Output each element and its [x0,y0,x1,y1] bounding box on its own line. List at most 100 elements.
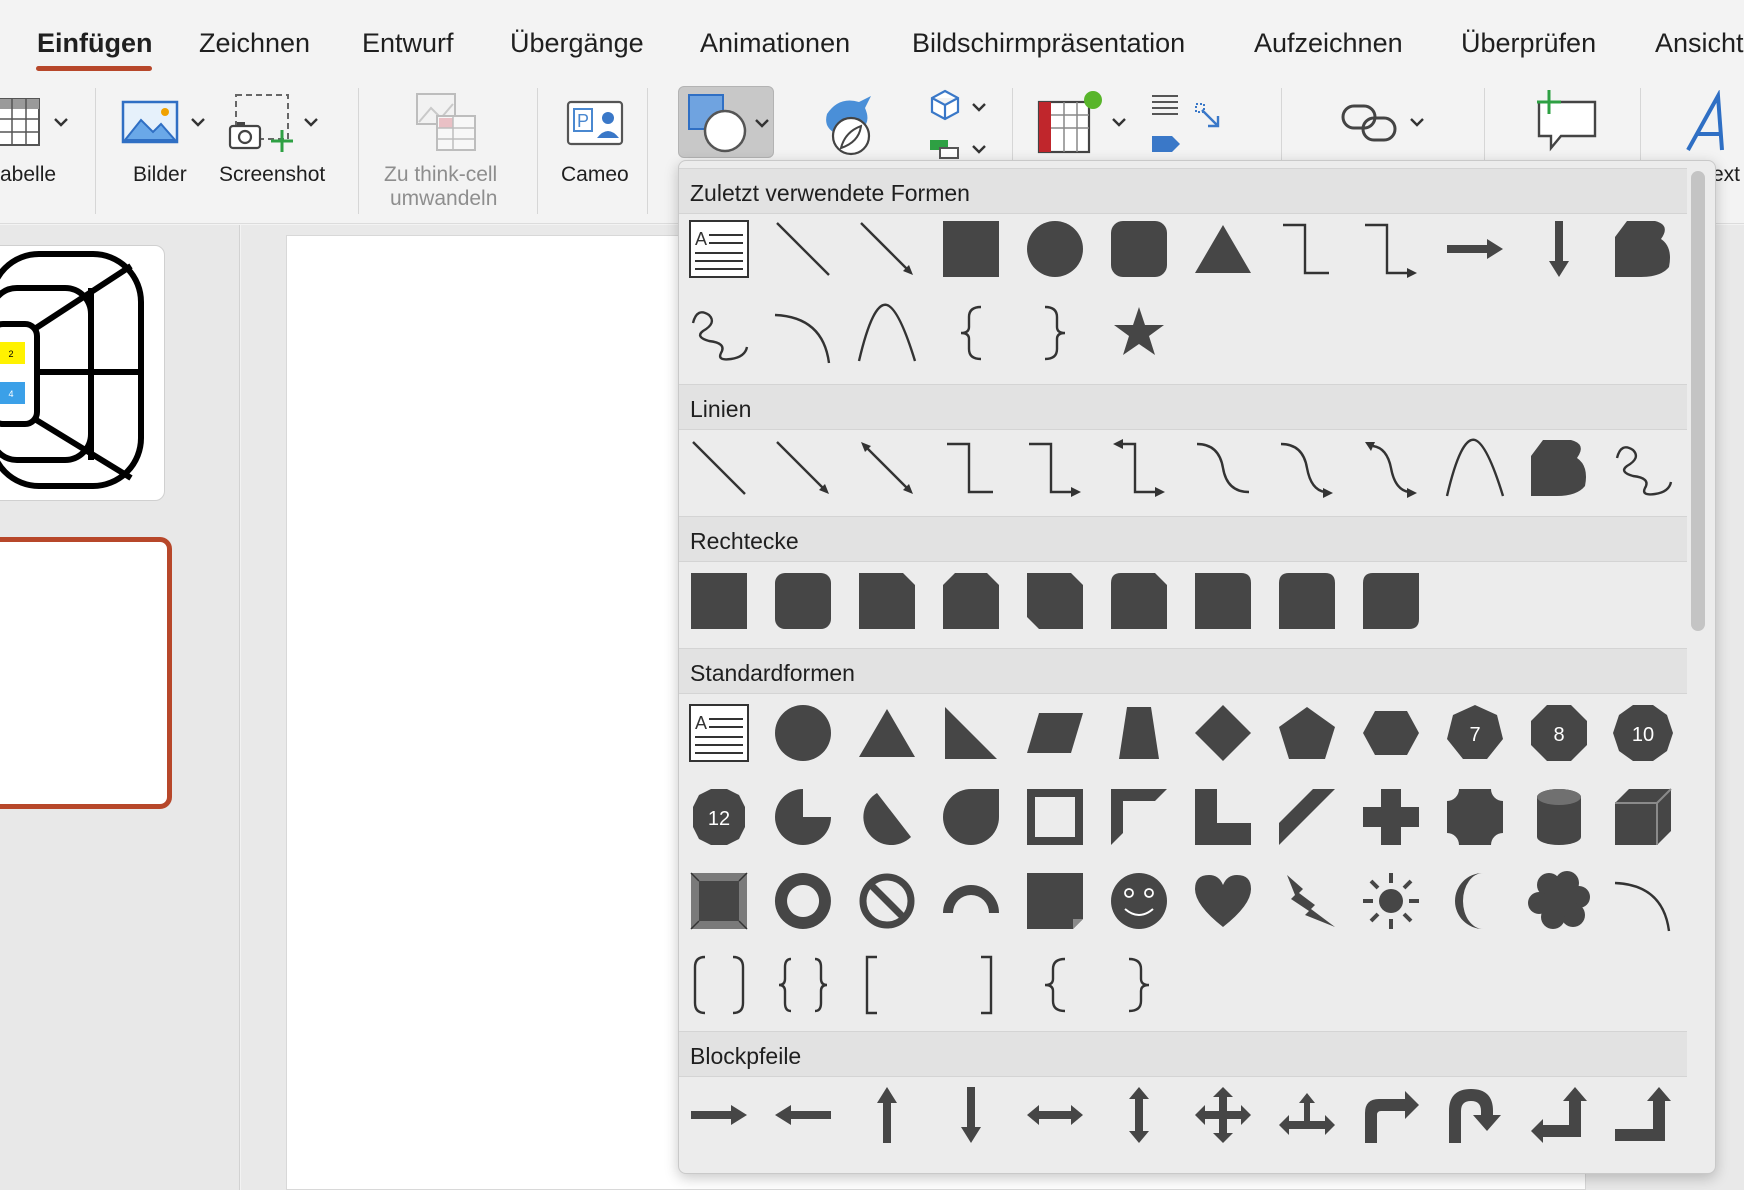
shape-curve[interactable] [1443,436,1507,500]
link-icon[interactable] [1340,100,1400,146]
shape-double-bracket[interactable] [687,953,751,1017]
shape-textbox[interactable]: A [687,701,751,765]
shape-elbow-connector[interactable] [939,436,1003,500]
thinkcell-label-line2[interactable]: umwandeln [390,186,497,211]
new-comment-icon[interactable] [1533,88,1601,158]
shape-left-up-arrow[interactable] [1527,1083,1591,1147]
shape-line[interactable] [687,436,751,500]
shape-freeform[interactable] [1527,436,1591,500]
shape-textbox[interactable]: A [687,217,751,281]
chart-icon[interactable] [1035,88,1107,158]
link-chevron-down-icon[interactable] [1408,115,1426,129]
shape-hexagon[interactable] [1359,701,1423,765]
slide-thumbnail-1[interactable]: 2 4 [0,245,165,501]
screenshot-label[interactable]: Screenshot [219,162,325,187]
shape-oval[interactable] [1023,217,1087,281]
shape-dodecagon[interactable]: 12 [687,785,751,849]
shape-snip-round-rect[interactable] [1107,569,1171,633]
shape-octagon[interactable]: 8 [1527,701,1591,765]
shape-right-arrow[interactable] [687,1083,751,1147]
shape-plaque[interactable] [1443,785,1507,849]
shape-heart[interactable] [1191,869,1255,933]
shape-half-frame[interactable] [1107,785,1171,849]
shape-curved-arrow-connector[interactable] [1275,436,1339,500]
shape-freeform[interactable] [1611,217,1675,281]
shape-lightning-bolt[interactable] [1275,869,1339,933]
shape-round-diagonal-rect[interactable] [1359,569,1423,633]
shape-curved-double-arrow-connector[interactable] [1359,436,1423,500]
table-icon[interactable] [0,95,44,151]
tab-zeichnen[interactable]: Zeichnen [199,28,310,59]
shape-bevel[interactable] [687,869,751,933]
shape-trapezoid[interactable] [1107,701,1171,765]
shape-diamond[interactable] [1191,701,1255,765]
shape-frame[interactable] [1023,785,1087,849]
shape-rounded-rect[interactable] [771,569,835,633]
screenshot-icon[interactable] [228,92,298,154]
text-label[interactable]: ext [1712,162,1740,187]
shape-down-arrow[interactable] [1527,217,1591,281]
shape-star[interactable] [1107,301,1171,365]
tab-bildschirmpraesentation[interactable]: Bildschirmpräsentation [912,28,1185,59]
shape-teardrop[interactable] [939,785,1003,849]
shape-right-brace[interactable] [1107,953,1171,1017]
shape-line[interactable] [771,217,835,281]
shape-right-brace[interactable] [1023,301,1087,365]
tab-ansicht[interactable]: Ansicht [1655,28,1744,59]
shape-bent-arrow[interactable] [1359,1083,1423,1147]
3d-models-chevron-down-icon[interactable] [970,100,988,114]
icons-bird-icon[interactable] [815,92,879,158]
shape-elbow-double-arrow-connector[interactable] [1107,436,1171,500]
pictures-label[interactable]: Bilder [133,162,187,187]
shape-double-brace[interactable] [771,953,835,1017]
shape-no-symbol[interactable] [855,869,919,933]
shape-cloud[interactable] [1527,869,1591,933]
shape-quad-arrow[interactable] [1191,1083,1255,1147]
tab-aufzeichnen[interactable]: Aufzeichnen [1254,28,1403,59]
pictures-chevron-down-icon[interactable] [189,115,207,129]
shape-right-arrow[interactable] [1443,217,1507,281]
smartart-icon[interactable] [928,138,962,160]
shape-sun[interactable] [1359,869,1423,933]
shape-elbow-arrow-connector[interactable] [1359,217,1423,281]
tab-einfuegen[interactable]: Einfügen [37,28,153,59]
shape-diagonal-stripe[interactable] [1275,785,1339,849]
shape-oval[interactable] [771,701,835,765]
shape-scribble[interactable] [687,301,751,365]
shape-rounded-rectangle[interactable] [1107,217,1171,281]
tab-animationen[interactable]: Animationen [700,28,850,59]
shape-elbow-arrow-connector[interactable] [1023,436,1087,500]
3d-models-cube-icon[interactable] [928,88,962,122]
shape-u-turn-arrow[interactable] [1443,1083,1507,1147]
shape-folded-corner[interactable] [1023,869,1087,933]
thinkcell-convert-icon[interactable] [415,90,479,156]
shape-line-arrow[interactable] [771,436,835,500]
cameo-label[interactable]: Cameo [561,162,629,187]
shape-snip-diagonal-rect[interactable] [1023,569,1087,633]
shape-triangle[interactable] [855,701,919,765]
shape-can[interactable] [1527,785,1591,849]
tab-uebergaenge[interactable]: Übergänge [510,28,644,59]
shape-round-same-side-rect[interactable] [1275,569,1339,633]
gallery-scrollbar[interactable] [1691,171,1705,631]
shape-up-down-arrow[interactable] [1107,1083,1171,1147]
shape-line-arrow[interactable] [855,217,919,281]
chart-chevron-down-icon[interactable] [1110,115,1128,129]
shape-left-bracket[interactable] [855,953,919,1017]
shape-curve[interactable] [855,301,919,365]
shape-moon[interactable] [1443,869,1507,933]
shape-heptagon[interactable]: 7 [1443,701,1507,765]
table-label[interactable]: abelle [0,162,56,187]
shape-left-arrow[interactable] [771,1083,835,1147]
thinkcell-label-line1[interactable]: Zu think-cell [384,162,497,187]
shape-snip-same-side-rect[interactable] [939,569,1003,633]
shape-parallelogram[interactable] [1023,701,1087,765]
shape-triangle[interactable] [1191,217,1255,281]
shape-left-right-up-arrow[interactable] [1275,1083,1339,1147]
shape-cube[interactable] [1611,785,1675,849]
textbox-lines-icon[interactable] [1148,92,1182,160]
shape-right-triangle[interactable] [939,701,1003,765]
smartart-chevron-down-icon[interactable] [970,142,988,156]
slide-thumbnail-2-selected[interactable] [0,537,172,809]
shape-down-arrow[interactable] [939,1083,1003,1147]
